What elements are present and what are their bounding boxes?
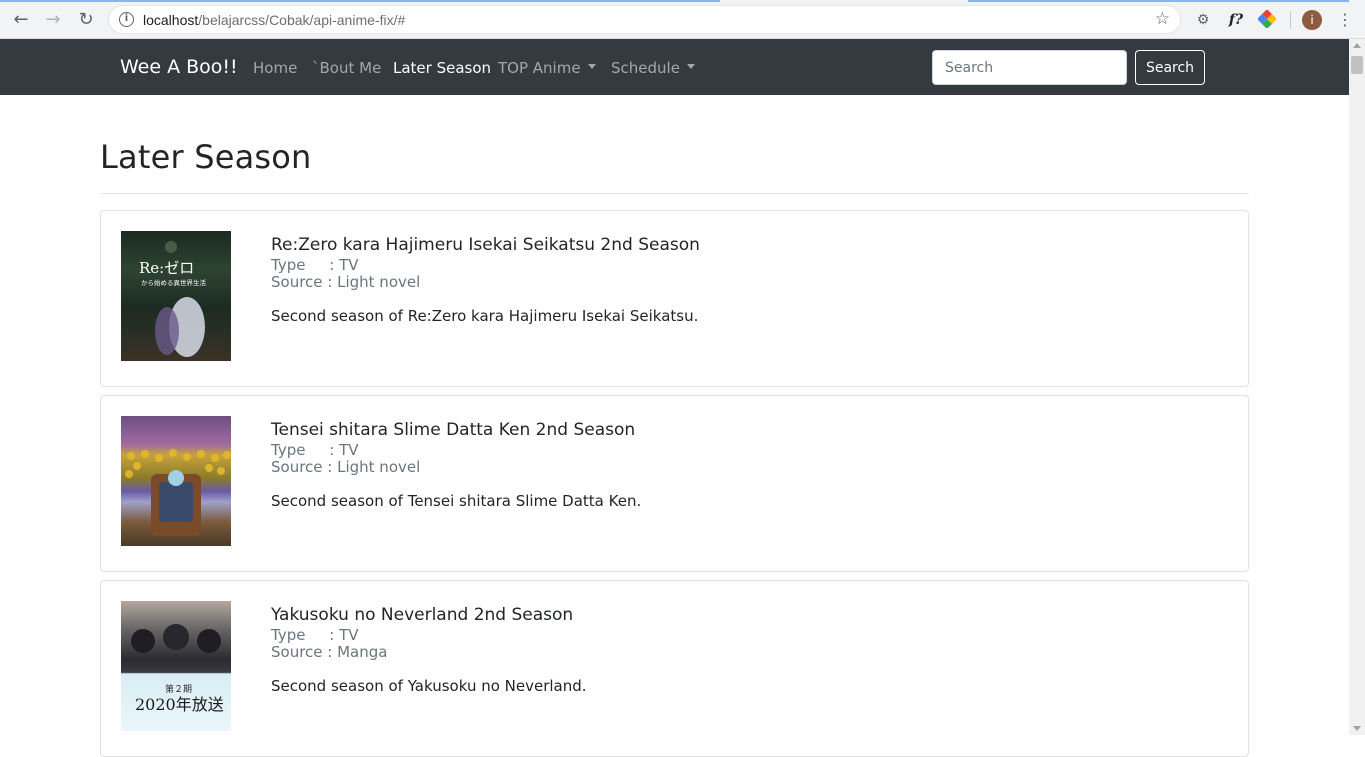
anime-card: Re:ゼロ から始める異世界生活 Re:Zero kara Hajimeru I… (100, 210, 1249, 387)
source-label: Source : (271, 643, 338, 661)
tab-strip-indicator (0, 0, 720, 2)
url-host: localhost (143, 12, 199, 28)
nav-dropdown-top-anime-label: TOP Anime (498, 59, 581, 77)
address-url[interactable]: localhost/belajarcss/Cobak/api-anime-fix… (143, 12, 405, 28)
poster-logo-subtext: から始める異世界生活 (141, 278, 207, 287)
anime-title[interactable]: Yakusoku no Neverland 2nd Season (271, 605, 573, 625)
anime-card: 第２期 2020年放送 Yakusoku no Neverland 2nd Se… (100, 580, 1249, 757)
poster-logo-text: Re:ゼロ (139, 259, 194, 277)
type-value: TV (339, 441, 359, 459)
type-value: TV (339, 626, 359, 644)
site-navbar: Wee A Boo!! Home `Bout Me Later Season T… (0, 39, 1349, 95)
extension-gear-icon[interactable]: ⚙ (1193, 10, 1213, 30)
nav-dropdown-schedule-label: Schedule (611, 59, 680, 77)
type-label: Type : (271, 441, 340, 459)
anime-synopsis: Second season of Re:Zero kara Hajimeru I… (271, 307, 699, 325)
color-picker-extension-icon[interactable] (1257, 9, 1277, 30)
anime-poster[interactable]: Re:ゼロ から始める異世界生活 (121, 231, 231, 361)
toolbar-separator (1290, 11, 1291, 29)
font-finder-extension-icon[interactable]: f? (1226, 10, 1246, 30)
source-value: Light novel (337, 458, 421, 476)
type-value: TV (339, 256, 359, 274)
site-info-icon[interactable]: i (119, 12, 134, 27)
kebab-menu-icon[interactable]: ⋮ (1335, 10, 1355, 30)
anime-poster[interactable]: 第２期 2020年放送 (121, 601, 231, 731)
bookmark-star-icon[interactable]: ☆ (1155, 9, 1170, 29)
anime-type: Type : TV (271, 441, 359, 459)
anime-source: Source : Manga (271, 643, 387, 661)
source-label: Source : (271, 273, 338, 291)
anime-title[interactable]: Re:Zero kara Hajimeru Isekai Seikatsu 2n… (271, 235, 700, 255)
scroll-down-arrow-icon[interactable] (1353, 726, 1361, 731)
poster-season-text: 第２期 (165, 683, 192, 695)
anime-type: Type : TV (271, 626, 359, 644)
search-button[interactable]: Search (1135, 50, 1205, 85)
reload-icon[interactable]: ↻ (75, 9, 97, 31)
nav-link-bout-me[interactable]: `Bout Me (312, 59, 381, 77)
browser-toolbar: ← → ↻ i localhost/belajarcss/Cobak/api-a… (0, 0, 1365, 39)
type-label: Type : (271, 256, 340, 274)
scroll-up-arrow-icon[interactable] (1353, 43, 1361, 48)
nav-dropdown-top-anime[interactable]: TOP Anime (498, 59, 596, 77)
anime-synopsis: Second season of Tensei shitara Slime Da… (271, 492, 642, 510)
forward-arrow-icon[interactable]: → (42, 9, 64, 31)
anime-source: Source : Light novel (271, 458, 420, 476)
type-label: Type : (271, 626, 340, 644)
anime-title[interactable]: Tensei shitara Slime Datta Ken 2nd Seaso… (271, 420, 635, 440)
address-bar[interactable]: i localhost/belajarcss/Cobak/api-anime-f… (108, 5, 1181, 34)
tab-strip-indicator-2 (968, 0, 1349, 2)
anime-synopsis: Second season of Yakusoku no Neverland. (271, 677, 587, 695)
page-scrollbar[interactable] (1349, 39, 1365, 735)
title-divider (100, 193, 1249, 194)
source-value: Light novel (337, 273, 421, 291)
url-path: /belajarcss/Cobak/api-anime-fix/# (198, 12, 406, 28)
caret-down-icon (686, 64, 695, 69)
anime-source: Source : Light novel (271, 273, 420, 291)
caret-down-icon (587, 64, 596, 69)
anime-poster[interactable] (121, 416, 231, 546)
nav-link-home[interactable]: Home (253, 59, 297, 77)
scrollbar-thumb[interactable] (1351, 56, 1363, 74)
profile-avatar[interactable]: i (1302, 10, 1322, 30)
source-value: Manga (337, 643, 388, 661)
nav-link-later-season[interactable]: Later Season (393, 59, 491, 77)
back-arrow-icon[interactable]: ← (10, 9, 32, 31)
anime-type: Type : TV (271, 256, 359, 274)
source-label: Source : (271, 458, 338, 476)
poster-year-text: 2020年放送 (135, 695, 224, 714)
anime-card: Tensei shitara Slime Datta Ken 2nd Seaso… (100, 395, 1249, 572)
page-title: Later Season (100, 138, 312, 176)
navbar-brand[interactable]: Wee A Boo!! (120, 56, 238, 78)
nav-dropdown-schedule[interactable]: Schedule (611, 59, 695, 77)
search-input[interactable] (932, 50, 1127, 85)
